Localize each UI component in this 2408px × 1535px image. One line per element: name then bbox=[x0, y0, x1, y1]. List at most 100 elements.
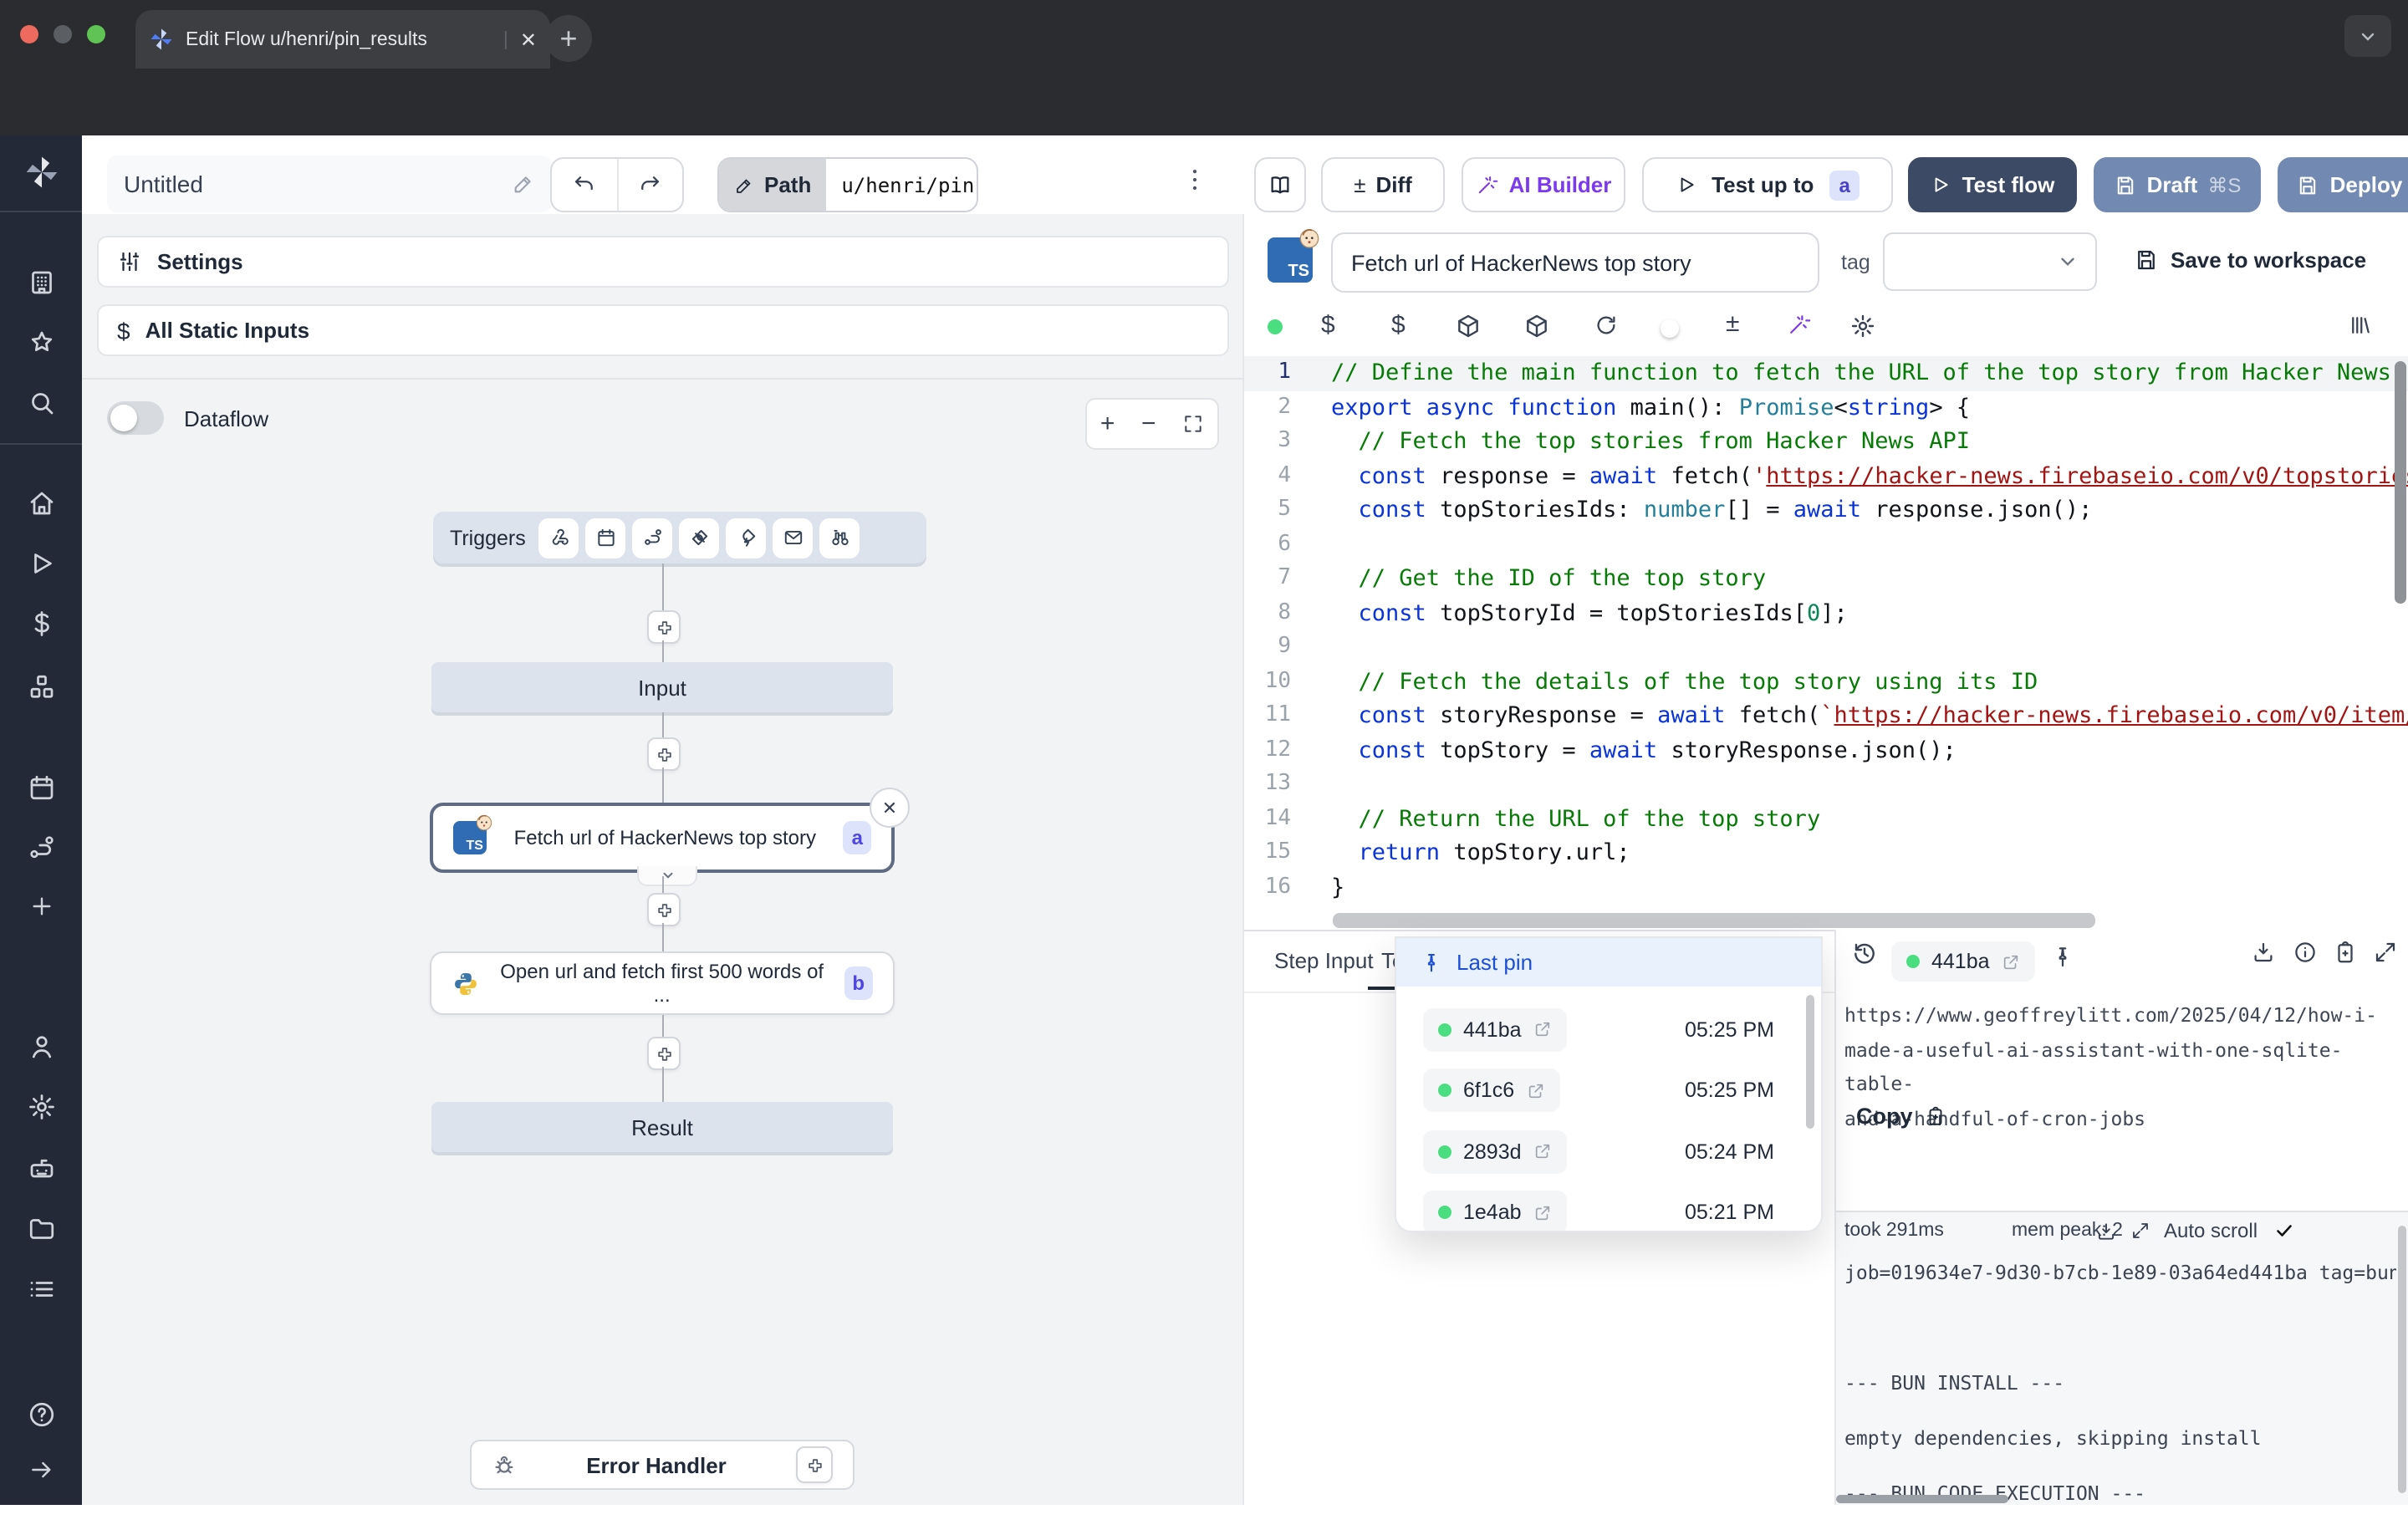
pin-history-row[interactable]: 441ba05:25 PM bbox=[1396, 1007, 1821, 1052]
undo-icon[interactable] bbox=[552, 159, 618, 211]
edit-pencil-icon[interactable] bbox=[512, 172, 535, 196]
sidebar-item-home[interactable] bbox=[0, 488, 82, 518]
library-panel-icon[interactable] bbox=[2348, 313, 2373, 338]
calendar-icon[interactable] bbox=[586, 518, 626, 558]
tab-search-chevron-icon[interactable] bbox=[2344, 15, 2391, 57]
code-line[interactable]: 7 // Get the ID of the top story bbox=[1244, 562, 2408, 596]
add-step-button[interactable] bbox=[647, 610, 681, 644]
draft-button[interactable]: Draft ⌘S bbox=[2094, 157, 2261, 212]
sidebar-item-schedules[interactable] bbox=[0, 773, 82, 803]
zoom-out-button[interactable]: − bbox=[1141, 410, 1156, 438]
popup-scrollbar[interactable] bbox=[1806, 995, 1814, 1129]
delete-step-icon[interactable]: ✕ bbox=[870, 788, 910, 828]
code-line[interactable]: 14 // Return the URL of the top story bbox=[1244, 802, 2408, 836]
sidebar-item-help[interactable] bbox=[0, 1400, 82, 1430]
close-window-button[interactable] bbox=[20, 25, 38, 43]
step-node-b[interactable]: Open url and fetch first 500 words of ..… bbox=[430, 951, 895, 1015]
download-logs-icon[interactable] bbox=[2095, 1221, 2117, 1242]
external-link-icon[interactable] bbox=[1533, 1020, 1552, 1038]
history-icon[interactable] bbox=[1851, 940, 1878, 966]
diff-icon[interactable]: ± bbox=[1726, 309, 1739, 338]
expand-step-chevron-icon[interactable] bbox=[637, 866, 697, 886]
variables-icon[interactable]: $ bbox=[1321, 311, 1335, 339]
external-link-icon[interactable] bbox=[2002, 952, 2020, 971]
add-step-button[interactable] bbox=[647, 737, 681, 771]
pin-id-pill[interactable]: 441ba bbox=[1423, 1007, 1567, 1051]
expand-logs-icon[interactable] bbox=[2130, 1221, 2150, 1241]
sidebar-item-variables[interactable] bbox=[0, 609, 82, 639]
code-editor[interactable]: 1// Define the main function to fetch th… bbox=[1244, 356, 2408, 930]
step-node-a[interactable]: TS Fetch url of HackerNews top story a ✕ bbox=[430, 803, 895, 873]
sidebar-item-settings[interactable] bbox=[0, 1092, 82, 1122]
flow-name-field[interactable]: Untitled bbox=[107, 156, 552, 212]
zoom-window-button[interactable] bbox=[87, 25, 105, 43]
error-handler-node[interactable]: Error Handler bbox=[470, 1440, 855, 1490]
triggers-node[interactable]: Triggers bbox=[433, 512, 926, 564]
package-icon[interactable] bbox=[1455, 313, 1482, 339]
sidebar-item-users[interactable] bbox=[0, 1032, 82, 1062]
pin-history-row[interactable]: 1e4ab05:21 PM bbox=[1396, 1190, 1821, 1232]
pin-icon[interactable] bbox=[2050, 945, 2075, 970]
sidebar-item-search[interactable] bbox=[0, 388, 82, 418]
docs-book-button[interactable] bbox=[1254, 157, 1306, 212]
flow-options-kebab-icon[interactable] bbox=[1181, 166, 1209, 194]
log-horizontal-scrollbar[interactable] bbox=[1836, 1495, 2008, 1503]
input-node[interactable]: Input bbox=[431, 662, 893, 712]
zoom-in-button[interactable]: + bbox=[1100, 410, 1115, 438]
ai-assistant-wand-icon[interactable] bbox=[1786, 313, 1811, 338]
save-to-workspace-button[interactable]: Save to workspace bbox=[2134, 247, 2366, 273]
code-line[interactable]: 8 const topStoryId = topStoriesIds[0]; bbox=[1244, 596, 2408, 630]
add-step-button[interactable] bbox=[647, 893, 681, 926]
sidebar-item-add[interactable] bbox=[0, 893, 82, 920]
dataflow-toggle[interactable] bbox=[107, 401, 164, 435]
code-line[interactable]: 6 bbox=[1244, 528, 2408, 562]
code-line[interactable]: 9 bbox=[1244, 630, 2408, 665]
pin-id-pill[interactable]: 1e4ab bbox=[1423, 1191, 1567, 1232]
sidebar-item-folders[interactable] bbox=[0, 1214, 82, 1244]
diff-button[interactable]: ±Diff bbox=[1321, 157, 1445, 212]
external-link-icon[interactable] bbox=[1533, 1142, 1552, 1160]
package-explore-icon[interactable] bbox=[1523, 313, 1550, 339]
add-step-button[interactable] bbox=[647, 1037, 681, 1070]
pin-history-row[interactable]: 2893d05:24 PM bbox=[1396, 1129, 1821, 1174]
code-line[interactable]: 4 const response = await fetch('https://… bbox=[1244, 459, 2408, 493]
editor-settings-gear-icon[interactable] bbox=[1849, 313, 1876, 339]
last-pin-row[interactable]: Last pin bbox=[1396, 938, 1821, 987]
log-vertical-scrollbar[interactable] bbox=[2398, 1226, 2406, 1493]
code-line[interactable]: 2export async function main(): Promise<s… bbox=[1244, 390, 2408, 425]
route-icon[interactable] bbox=[633, 518, 673, 558]
code-horizontal-scrollbar[interactable] bbox=[1333, 913, 2095, 928]
sidebar-item-workspace[interactable] bbox=[0, 268, 82, 298]
job-id-pill[interactable]: 441ba bbox=[1891, 941, 2035, 982]
fit-view-icon[interactable] bbox=[1182, 413, 1204, 435]
clipboard-icon[interactable] bbox=[2333, 940, 2358, 965]
pin-id-pill[interactable]: 6f1c6 bbox=[1423, 1068, 1559, 1112]
test-flow-button[interactable]: Test flow bbox=[1908, 157, 2077, 212]
settings-row[interactable]: Settings bbox=[97, 236, 1229, 288]
tab-close-icon[interactable]: ✕ bbox=[520, 28, 537, 51]
sidebar-item-runs[interactable] bbox=[0, 548, 82, 579]
download-result-icon[interactable] bbox=[2251, 940, 2276, 965]
sidebar-item-resources[interactable] bbox=[0, 672, 82, 702]
sidebar-item-favorites[interactable] bbox=[0, 328, 82, 358]
sidebar-item-workers[interactable] bbox=[0, 1154, 82, 1184]
minimize-window-button[interactable] bbox=[54, 25, 72, 43]
code-line[interactable]: 1// Define the main function to fetch th… bbox=[1244, 356, 2408, 390]
code-line[interactable]: 15 return topStory.url; bbox=[1244, 836, 2408, 870]
code-line[interactable]: 16} bbox=[1244, 870, 2408, 905]
auto-scroll-check-icon[interactable] bbox=[2274, 1221, 2294, 1241]
windmill-logo-icon[interactable] bbox=[0, 154, 82, 191]
webhook-icon[interactable] bbox=[539, 518, 579, 558]
reload-deps-icon[interactable] bbox=[1594, 313, 1619, 338]
new-tab-button[interactable]: + bbox=[545, 15, 592, 62]
copy-button[interactable]: Copy bbox=[1856, 1104, 1946, 1129]
pin-history-row[interactable]: 6f1c605:25 PM bbox=[1396, 1068, 1821, 1113]
sidebar-item-routes[interactable] bbox=[0, 833, 82, 863]
resources-icon[interactable]: $ bbox=[1391, 311, 1406, 339]
all-static-inputs-row[interactable]: $ All Static Inputs bbox=[97, 304, 1229, 356]
browser-tab[interactable]: Edit Flow u/henri/pin_results | ✕ bbox=[135, 10, 550, 69]
plug-bolt-icon[interactable] bbox=[727, 518, 767, 558]
code-line[interactable]: 12 const topStory = await storyResponse.… bbox=[1244, 733, 2408, 768]
info-icon[interactable] bbox=[2293, 940, 2318, 965]
tag-select[interactable] bbox=[1883, 232, 2097, 291]
